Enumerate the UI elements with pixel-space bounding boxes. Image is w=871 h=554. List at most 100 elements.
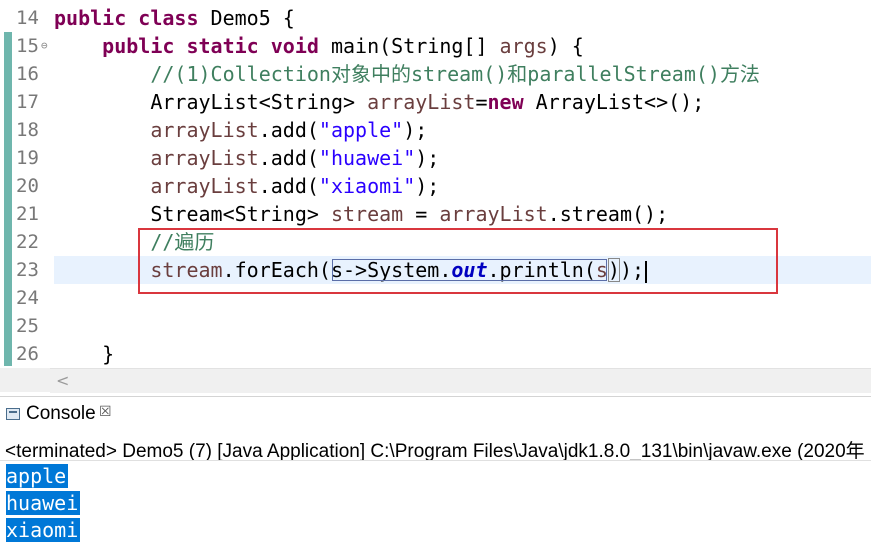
- line-number: 25: [16, 315, 39, 337]
- code-token: 方法: [719, 62, 760, 86]
- code-token: Stream<String>: [54, 202, 331, 226]
- code-line[interactable]: 17 ArrayList<String> arrayList=new Array…: [0, 88, 871, 116]
- code-line[interactable]: 26 }: [0, 340, 871, 368]
- code-token: "xiaomi": [318, 174, 416, 198]
- code-token: stream: [330, 202, 404, 226]
- code-token: ArrayList<String>: [54, 90, 368, 114]
- code-token: stream(): [410, 62, 508, 86]
- code-line[interactable]: 20 arrayList.add("xiaomi");: [0, 172, 871, 200]
- console-tab[interactable]: Console ☒: [0, 397, 120, 433]
- code-token: "apple": [318, 118, 404, 142]
- code-token: public class: [54, 6, 211, 30]
- console-tab-label: Console: [26, 403, 96, 424]
- code-token: //(1)Collection: [54, 62, 331, 86]
- code-token: }: [54, 342, 115, 366]
- code-token: 和: [507, 62, 528, 86]
- console-output-line[interactable]: xiaomi: [6, 517, 81, 544]
- console-output-line[interactable]: huawei: [6, 490, 81, 517]
- code-token: ) {: [547, 34, 584, 58]
- code-token: ArrayList<>();: [535, 90, 705, 114]
- code-token: "huawei": [318, 146, 416, 170]
- line-number: 20: [16, 175, 39, 197]
- code-line[interactable]: 21 Stream<String> stream = arrayList.str…: [0, 200, 871, 228]
- code-token: arrayList: [150, 118, 259, 142]
- console-icon: [6, 408, 20, 420]
- code-token: arrayList: [367, 90, 476, 114]
- scrollbar-corner: [0, 368, 50, 392]
- code-token: );: [415, 174, 440, 198]
- code-editor[interactable]: 14 public class Demo5 {15 ⊖ public static …: [0, 0, 871, 368]
- line-number: 19: [16, 147, 39, 169]
- code-token: .forEach(: [222, 258, 331, 282]
- code-text[interactable]: stream.forEach(s->System.out.println(s))…: [54, 256, 871, 284]
- text-caret: [645, 260, 647, 283]
- code-text[interactable]: arrayList.add("xiaomi");: [54, 172, 871, 200]
- code-text[interactable]: }: [54, 340, 871, 368]
- code-token: Demo5 {: [210, 6, 295, 30]
- code-text[interactable]: //(1)Collection对象中的stream()和parallelStre…: [54, 60, 871, 88]
- console-divider: [0, 460, 871, 461]
- code-token: out: [451, 258, 488, 282]
- code-token: s: [595, 258, 608, 282]
- line-number: 18: [16, 119, 39, 141]
- line-number: 22: [16, 231, 39, 253]
- console-status-text: <terminated> Demo5 (7) [Java Application…: [5, 441, 865, 462]
- console-output-line[interactable]: apple: [6, 463, 80, 490]
- code-token: .println(: [487, 258, 596, 282]
- code-token: );: [403, 118, 428, 142]
- fold-collapse-icon[interactable]: ⊖: [41, 32, 48, 60]
- code-token: .add(: [258, 174, 319, 198]
- code-token: );: [415, 146, 440, 170]
- code-line[interactable]: 15 ⊖ public static void main(String[] arg…: [0, 32, 871, 60]
- code-token: args: [499, 34, 548, 58]
- code-token: 遍历: [174, 230, 215, 254]
- code-text[interactable]: arrayList.add("apple");: [54, 116, 871, 144]
- code-text[interactable]: [54, 312, 871, 340]
- code-line[interactable]: 25: [0, 312, 871, 340]
- lambda-expression-highlight: s->System.out.println(s: [331, 258, 608, 282]
- code-token: arrayList: [150, 174, 259, 198]
- code-line[interactable]: 14 public class Demo5 {: [0, 4, 871, 32]
- scroll-left-arrow-icon[interactable]: <: [56, 371, 69, 391]
- code-line[interactable]: 23 stream.forEach(s->System.out.println(…: [0, 256, 871, 284]
- console-view[interactable]: Console ☒ <terminated> Demo5 (7) [Java A…: [0, 396, 871, 554]
- code-token: parallelStream(): [527, 62, 720, 86]
- code-line[interactable]: 19 arrayList.add("huawei");: [0, 144, 871, 172]
- code-line[interactable]: 18 arrayList.add("apple");: [0, 116, 871, 144]
- code-text[interactable]: Stream<String> stream = arrayList.stream…: [54, 200, 871, 228]
- line-number: 14: [16, 7, 39, 29]
- code-line[interactable]: 24: [0, 284, 871, 312]
- code-token: public static void: [102, 34, 331, 58]
- line-number: 21: [16, 203, 39, 225]
- console-output[interactable]: apple huawei xiaomi: [6, 463, 81, 544]
- code-token: );: [619, 258, 645, 282]
- code-text[interactable]: public class Demo5 {: [54, 4, 871, 32]
- code-token: 对象中的: [330, 62, 411, 86]
- line-number: 26: [16, 343, 39, 365]
- code-text[interactable]: //遍历: [54, 228, 871, 256]
- code-line[interactable]: 22 //遍历: [0, 228, 871, 256]
- code-token: .add(: [258, 146, 319, 170]
- line-number: 23: [16, 259, 39, 281]
- code-token: stream: [150, 258, 223, 282]
- line-number: 24: [16, 287, 39, 309]
- code-token: .add(: [258, 118, 319, 142]
- horizontal-scrollbar[interactable]: <: [50, 368, 871, 393]
- code-text[interactable]: [54, 284, 871, 312]
- code-text[interactable]: public static void main(String[] args) {: [54, 32, 871, 60]
- code-text[interactable]: arrayList.add("huawei");: [54, 144, 871, 172]
- code-token: .stream();: [547, 202, 669, 226]
- close-icon[interactable]: ☒: [99, 404, 112, 420]
- code-token: //: [54, 230, 175, 254]
- code-token: =: [475, 90, 488, 114]
- code-token: s->System.: [330, 258, 452, 282]
- code-token: arrayList: [150, 146, 259, 170]
- code-text[interactable]: ArrayList<String> arrayList=new ArrayLis…: [54, 88, 871, 116]
- code-token: main(String[]: [330, 34, 500, 58]
- code-token: =: [403, 202, 440, 226]
- code-line[interactable]: 16 //(1)Collection对象中的stream()和parallelS…: [0, 60, 871, 88]
